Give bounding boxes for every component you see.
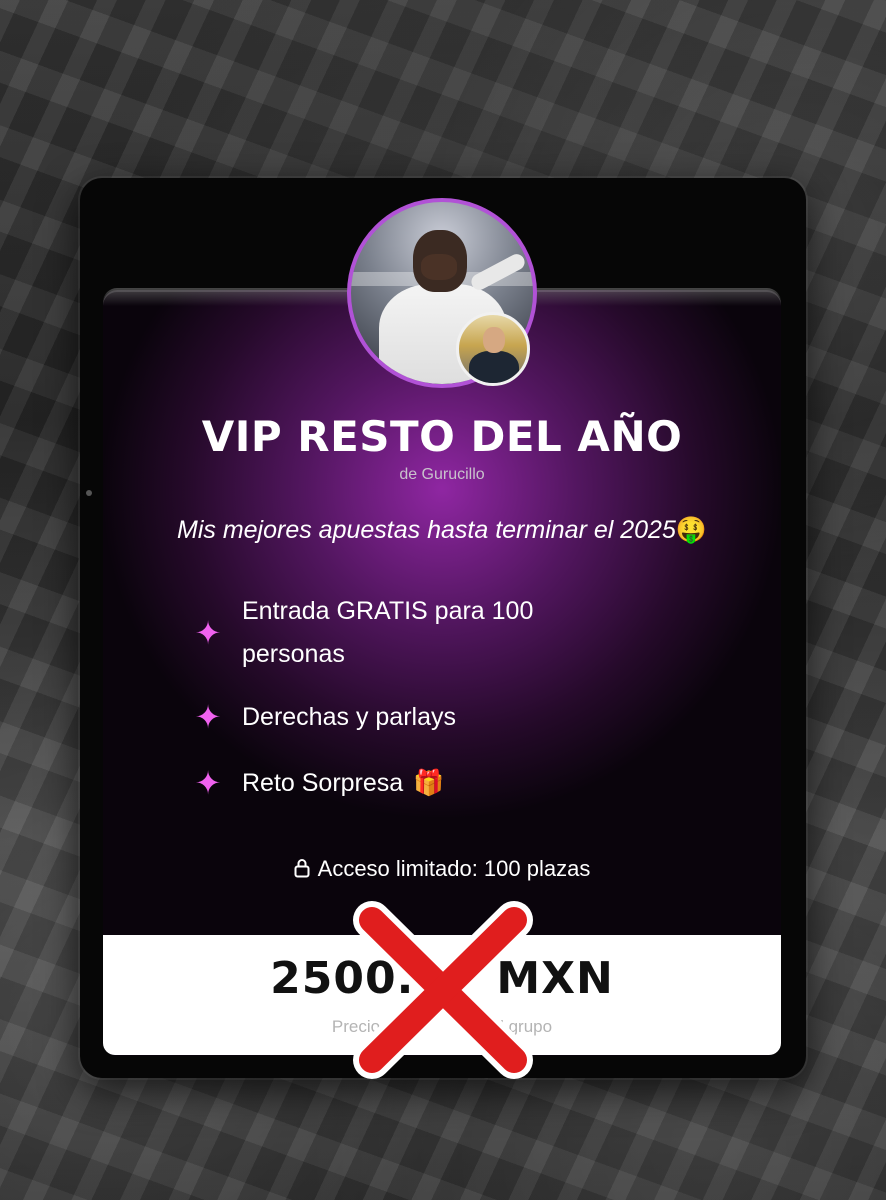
feature-text-line-2: personas [242, 640, 345, 668]
sparkle-icon: ✦ [194, 698, 222, 735]
side-indicator [86, 490, 92, 496]
sparkle-icon: ✦ [194, 764, 222, 801]
host-mini-avatar [456, 312, 530, 386]
gift-icon: 🎁 [413, 768, 445, 797]
tagline-text: Mis mejores apuestas hasta terminar el 2… [177, 516, 676, 544]
feature-item: ✦ Reto Sorpresa 🎁 [190, 761, 710, 805]
access-text: Acceso limitado: 100 plazas [317, 856, 591, 881]
offer-tagline: Mis mejores apuestas hasta terminar el 2… [103, 516, 781, 545]
money-face-icon: 🤑 [675, 516, 707, 544]
feature-list: ✦ Entrada GRATIS para 100 personas ✦ Dere… [190, 588, 710, 805]
feature-text: Derechas y parlays [242, 702, 456, 731]
access-notice: Acceso limitado: 100 plazas [103, 856, 781, 882]
feature-text: Reto Sorpresa [242, 768, 404, 797]
offer-title: VIP RESTO DEL AÑO [201, 412, 683, 461]
feature-text-line-1: Entrada GRATIS para 100 [242, 597, 534, 625]
mini-avatar-body [469, 351, 519, 383]
mini-avatar-head [483, 327, 505, 353]
red-cross-icon [353, 901, 533, 1079]
lock-icon [294, 859, 310, 878]
feature-item: ✦ Entrada GRATIS para 100 personas [190, 588, 710, 678]
feature-item: ✦ Derechas y parlays [190, 695, 710, 739]
offer-byline: de Gurucillo [399, 466, 485, 483]
sparkle-icon: ✦ [194, 614, 222, 651]
feature-text: Entrada GRATIS para 100 personas [242, 590, 533, 676]
avatar-player-hand [421, 254, 457, 280]
